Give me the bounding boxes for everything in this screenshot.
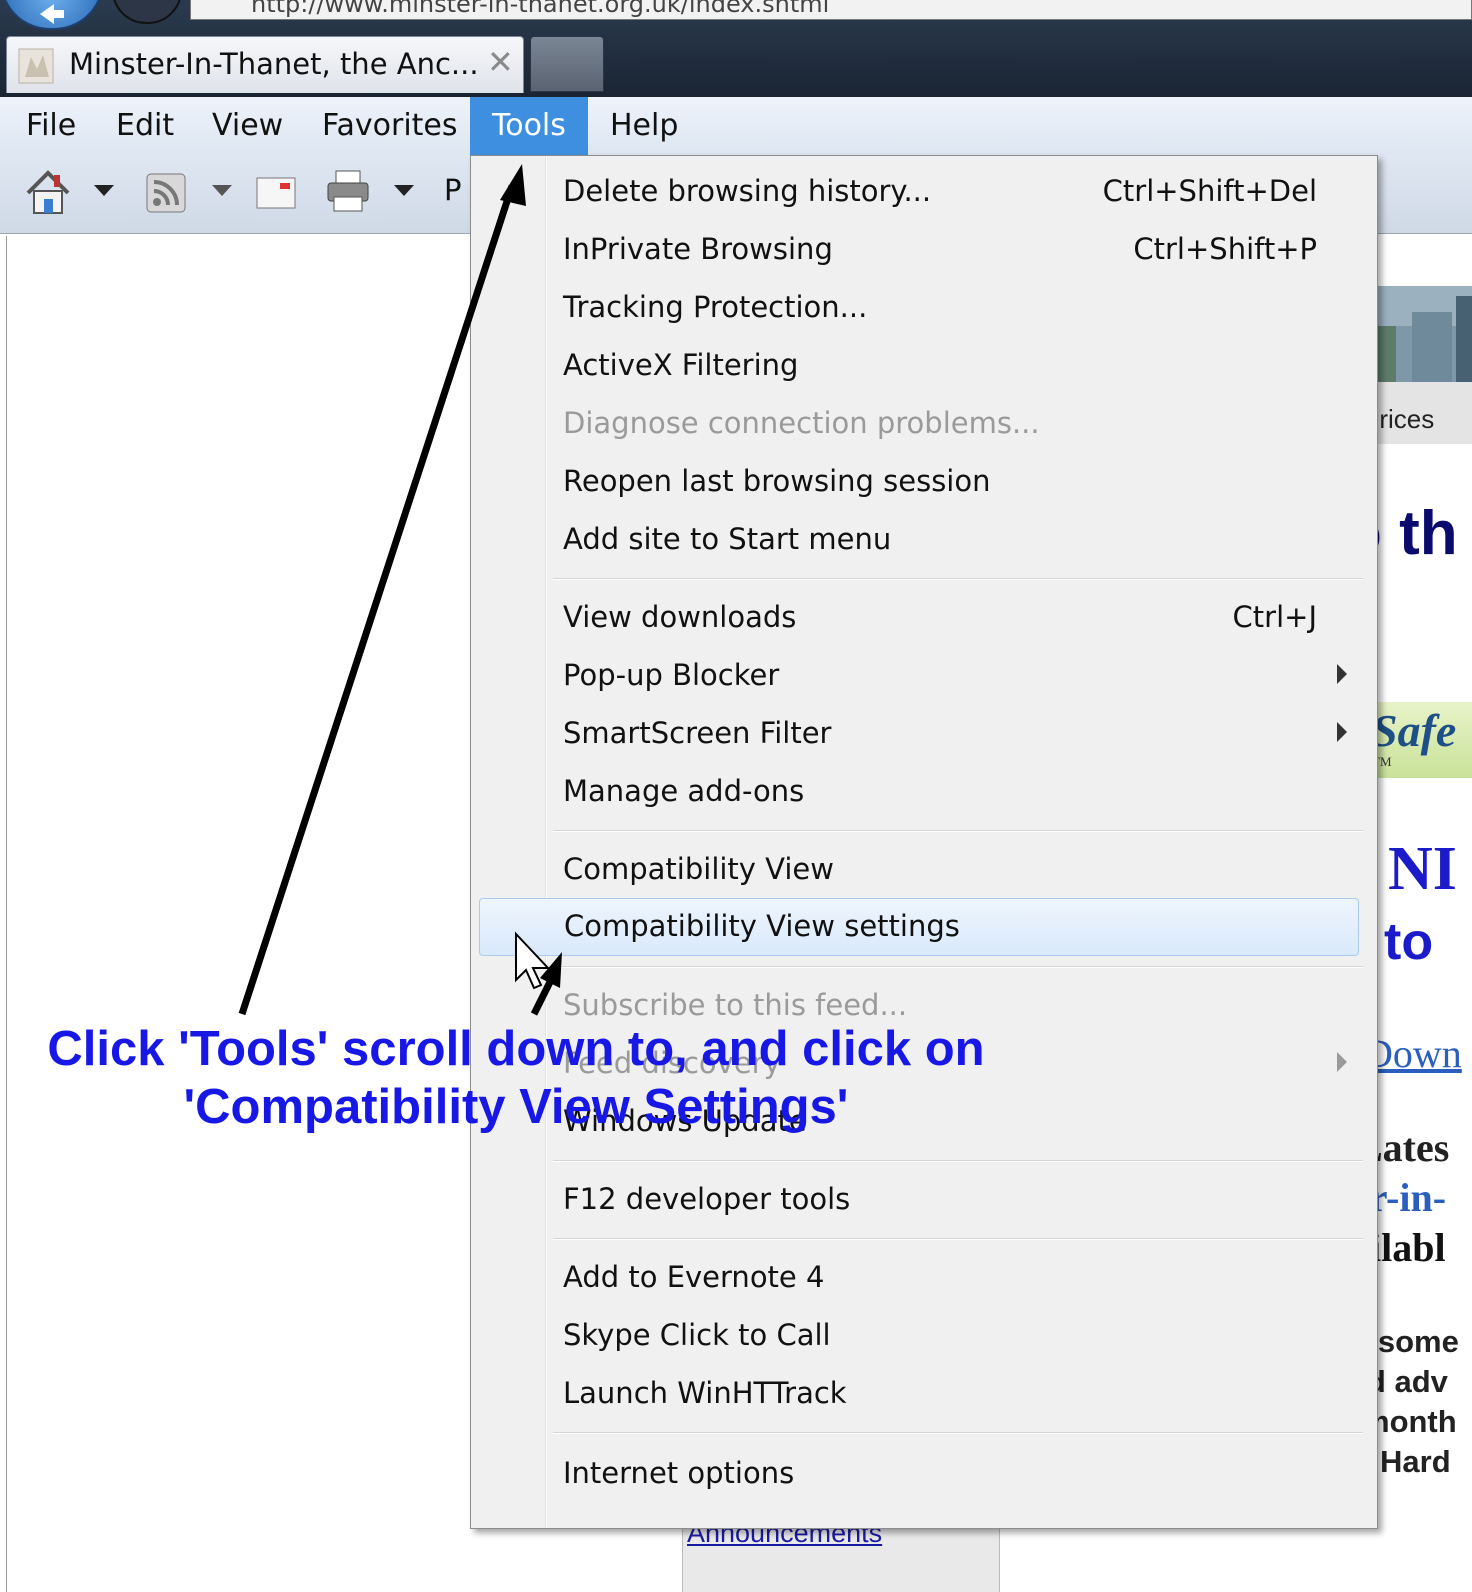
menu-item-f12-developer-tools[interactable]: F12 developer tools [471,1172,1375,1228]
menu-item-skype-click-to-call[interactable]: Skype Click to Call [471,1308,1375,1364]
menu-item-compatibility-view-settings[interactable]: Compatibility View settings [479,898,1359,956]
read-mail-icon[interactable] [256,177,296,209]
menu-item-label: Add to Evernote 4 [563,1260,825,1294]
new-tab-button[interactable] [530,36,604,92]
menu-item-label: Tracking Protection... [563,290,868,324]
menu-item-shortcut: Ctrl+Shift+Del [1102,174,1317,208]
menu-item-label: InPrivate Browsing [563,232,833,266]
annotation-line-2: 'Compatibility View Settings' [183,1080,849,1134]
menu-item-shortcut: Ctrl+J [1232,600,1317,634]
menu-item-label: Skype Click to Call [563,1318,831,1352]
menu-item-compatibility-view[interactable]: Compatibility View [471,842,1375,898]
menu-item-add-site-to-start[interactable]: Add site to Start menu [471,512,1375,568]
tab-close-icon[interactable]: ✕ [487,43,514,81]
back-arrow-icon [40,4,64,24]
feeds-dropdown-icon[interactable] [212,185,232,197]
menu-item-delete-browsing-history[interactable]: Delete browsing history... Ctrl+Shift+De… [471,164,1375,220]
menu-item-internet-options[interactable]: Internet options [471,1446,1375,1502]
tools-menu: Delete browsing history... Ctrl+Shift+De… [470,155,1378,1529]
menu-item-reopen-last-session[interactable]: Reopen last browsing session [471,454,1375,510]
menu-item-label: Reopen last browsing session [563,464,991,498]
menu-separator [553,1238,1363,1240]
menu-bar: File Edit View Favorites Tools Help [0,97,1472,155]
print-icon[interactable] [326,169,370,213]
address-bar[interactable]: http://www.minster-in-thanet.org.uk/inde… [190,0,1472,20]
menu-item-label: Diagnose connection problems... [563,406,1040,440]
home-dropdown-icon[interactable] [94,185,114,197]
menu-separator [553,966,1363,968]
menu-item-popup-blocker[interactable]: Pop-up Blocker [471,648,1375,704]
menu-item-launch-winhttrack[interactable]: Launch WinHTTrack [471,1366,1375,1422]
safe-banner-text: Safe [1372,705,1457,756]
menu-item-activex-filtering[interactable]: ActiveX Filtering [471,338,1375,394]
menu-separator [553,1432,1363,1434]
page-content-left [6,236,467,1592]
site-favicon-icon [18,48,54,84]
download-link[interactable]: Down [1364,1030,1462,1077]
menu-item-label: Compatibility View settings [564,909,960,943]
menu-view[interactable]: View [190,97,305,155]
submenu-arrow-icon [1337,722,1347,742]
submenu-arrow-icon [1337,1052,1347,1072]
tab-title: Minster-In-Thanet, the Anc... [69,47,479,81]
print-dropdown-icon[interactable] [394,185,414,197]
menu-item-label: Compatibility View [563,852,834,886]
menu-item-add-to-evernote[interactable]: Add to Evernote 4 [471,1250,1375,1306]
page-menu-button[interactable]: P [444,173,462,207]
submenu-arrow-icon [1337,664,1347,684]
menu-item-label: Add site to Start menu [563,522,892,556]
menu-separator [553,578,1363,580]
instruction-annotation: Click 'Tools' scroll down to, and click … [16,1020,1016,1136]
menu-item-inprivate-browsing[interactable]: InPrivate Browsing Ctrl+Shift+P [471,222,1375,278]
menu-item-label: SmartScreen Filter [563,716,832,750]
menu-item-label: View downloads [563,600,797,634]
feeds-icon[interactable] [146,173,186,213]
menu-item-view-downloads[interactable]: View downloads Ctrl+J [471,590,1375,646]
menu-item-manage-addons[interactable]: Manage add-ons [471,764,1375,820]
menu-item-label: Launch WinHTTrack [563,1376,847,1410]
menu-file[interactable]: File [4,97,98,155]
menu-separator [553,830,1363,832]
body-text-line-4: Hard [1380,1444,1451,1479]
window-titlebar: http://www.minster-in-thanet.org.uk/inde… [0,0,1472,97]
annotation-line-1: Click 'Tools' scroll down to, and click … [47,1022,985,1076]
menu-item-label: Internet options [563,1456,795,1490]
menu-item-diagnose-connection: Diagnose connection problems... [471,396,1375,452]
back-button[interactable] [0,0,104,30]
menu-favorites[interactable]: Favorites [300,97,480,155]
news-heading-fragment: NI [1388,835,1457,903]
menu-item-label: Delete browsing history... [563,174,932,208]
home-icon[interactable] [24,169,72,215]
menu-item-label: Subscribe to this feed... [563,988,908,1022]
menu-item-label: Manage add-ons [563,774,805,808]
menu-item-label: F12 developer tools [563,1182,851,1216]
menu-item-smartscreen-filter[interactable]: SmartScreen Filter [471,706,1375,762]
to-fragment: to [1384,913,1434,971]
menu-separator [553,1160,1363,1162]
menu-item-label: ActiveX Filtering [563,348,799,382]
menu-item-tracking-protection[interactable]: Tracking Protection... [471,280,1375,336]
menu-tools[interactable]: Tools [470,97,588,155]
menu-item-shortcut: Ctrl+Shift+P [1133,232,1317,266]
browser-tab[interactable]: Minster-In-Thanet, the Anc... ✕ [6,36,524,93]
menu-item-label: Pop-up Blocker [563,658,780,692]
menu-help[interactable]: Help [588,97,700,155]
forward-button[interactable] [112,0,182,24]
menu-edit[interactable]: Edit [94,97,196,155]
